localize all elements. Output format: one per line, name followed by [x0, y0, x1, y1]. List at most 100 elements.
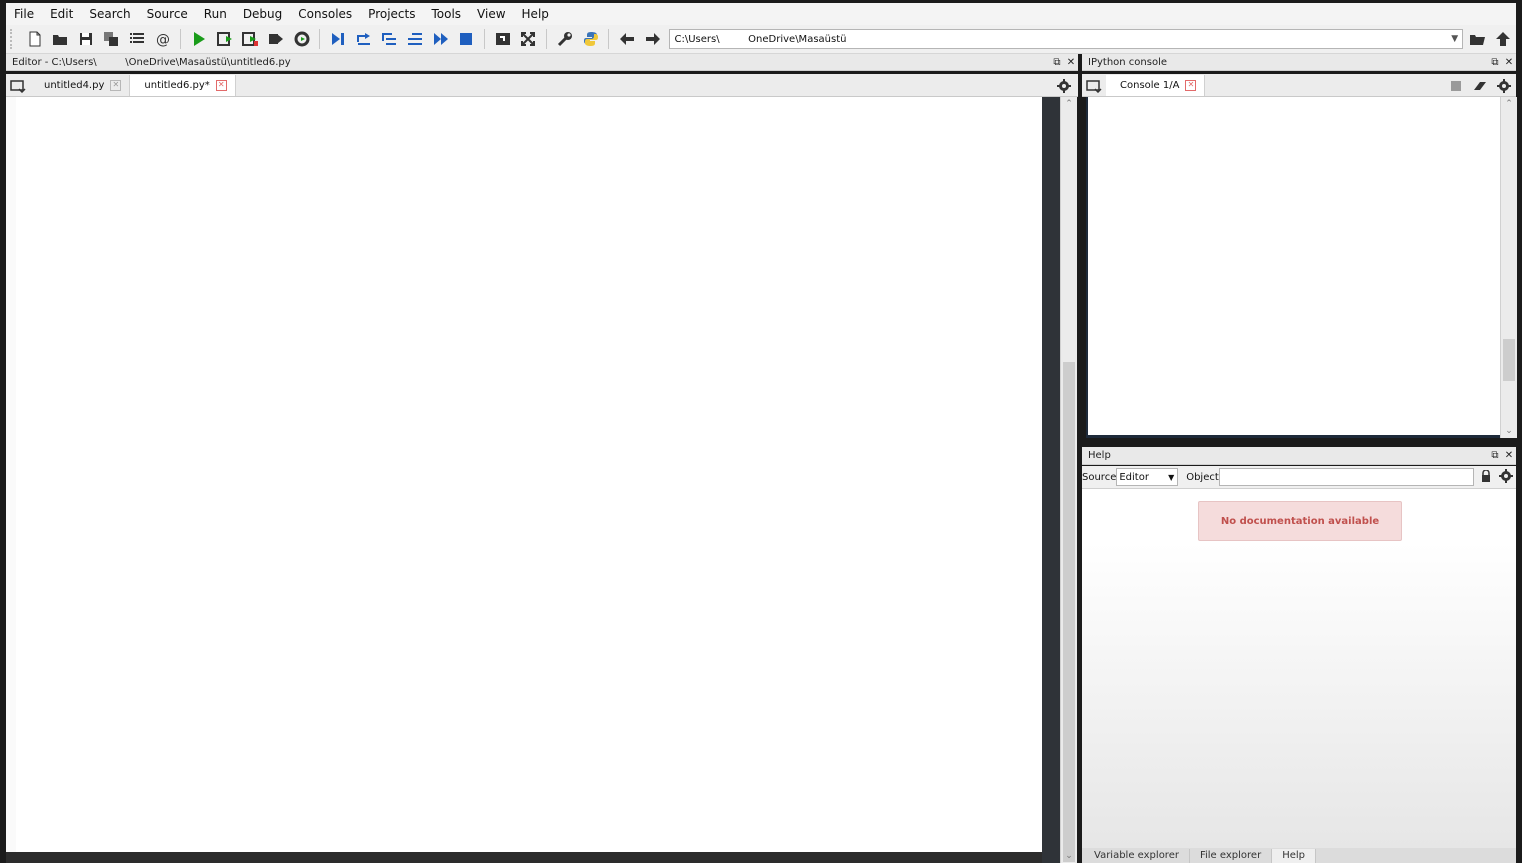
- menu-search[interactable]: Search: [81, 7, 138, 21]
- close-tab-icon[interactable]: ✕: [215, 80, 227, 91]
- rerun-icon[interactable]: [291, 28, 313, 50]
- console-options-gear-icon[interactable]: [1492, 75, 1516, 96]
- scrollbar-thumb[interactable]: [1503, 339, 1515, 381]
- scroll-down-icon[interactable]: ⌄: [1061, 849, 1077, 863]
- tab-variable-explorer[interactable]: Variable explorer: [1084, 849, 1190, 863]
- editor-title: Editor - C:\Users\ \OneDrive\Masaüstü\un…: [12, 56, 291, 68]
- run-icon[interactable]: [188, 28, 210, 50]
- object-input[interactable]: [1218, 468, 1475, 486]
- source-select[interactable]: Editor ▼: [1116, 468, 1179, 486]
- browse-directory-icon[interactable]: [1467, 28, 1489, 50]
- new-file-icon[interactable]: [24, 28, 46, 50]
- stop-debug-icon[interactable]: [455, 28, 477, 50]
- toolbar-separator: [608, 29, 610, 49]
- editor-tab-bar: untitled4.py ✕ untitled6.py* ✕: [6, 74, 1078, 97]
- save-icon[interactable]: [75, 28, 97, 50]
- scrollbar-thumb[interactable]: [1063, 362, 1075, 862]
- editor-pane-title-bar: Editor - C:\Users\ \OneDrive\Masaüstü\un…: [6, 54, 1078, 71]
- help-pane-title-bar: Help ⧉ ✕: [1082, 447, 1516, 465]
- preferences-icon[interactable]: [554, 28, 576, 50]
- chevron-down-icon[interactable]: ▼: [1448, 34, 1462, 44]
- menu-bar: File Edit Search Source Run Debug Consol…: [6, 3, 1516, 25]
- tab-file-explorer[interactable]: File explorer: [1190, 849, 1273, 863]
- menu-view[interactable]: View: [469, 7, 513, 21]
- run-selection-icon[interactable]: [265, 28, 287, 50]
- close-tab-icon[interactable]: ✕: [110, 80, 122, 91]
- undock-icon[interactable]: ⧉: [1488, 57, 1502, 68]
- scroll-up-icon[interactable]: ⌃: [1061, 97, 1077, 111]
- tab-untitled4[interactable]: untitled4.py ✕: [30, 75, 131, 96]
- browse-tabs-icon[interactable]: [1082, 75, 1106, 96]
- menu-projects[interactable]: Projects: [360, 7, 423, 21]
- scroll-down-icon[interactable]: ⌄: [1501, 424, 1517, 438]
- editor-options-gear-icon[interactable]: [1052, 75, 1076, 96]
- step-into-icon[interactable]: [379, 28, 401, 50]
- python-path-icon[interactable]: [580, 28, 602, 50]
- help-title: Help: [1088, 450, 1111, 461]
- no-documentation-message: No documentation available: [1198, 501, 1402, 541]
- clear-console-eraser-icon[interactable]: [1468, 75, 1492, 96]
- close-icon[interactable]: ✕: [1502, 57, 1516, 68]
- help-content-area: [1082, 488, 1516, 849]
- tab-label: untitled4.py: [44, 80, 105, 91]
- browse-tabs-icon[interactable]: [6, 75, 30, 96]
- toolbar-grip[interactable]: [10, 29, 18, 49]
- close-tab-icon[interactable]: ✕: [1185, 80, 1197, 91]
- editor-margin: [6, 97, 16, 863]
- menu-run[interactable]: Run: [196, 7, 235, 21]
- console-tab-bar: Console 1/A ✕: [1082, 74, 1516, 97]
- toolbar-separator: [546, 29, 548, 49]
- working-directory-combobox[interactable]: C:\Users\ OneDrive\Masaüstü ▼: [669, 29, 1463, 49]
- source-label: Source: [1082, 471, 1117, 483]
- toolbar-separator: [319, 29, 321, 49]
- outline-icon[interactable]: [126, 28, 148, 50]
- console-pane-title-bar: IPython console ⧉ ✕: [1082, 54, 1516, 71]
- undock-icon[interactable]: ⧉: [1050, 57, 1064, 68]
- object-label: Object: [1186, 471, 1219, 483]
- run-cell-advance-icon[interactable]: [240, 28, 262, 50]
- editor-scrollbar[interactable]: ⌃ ⌄: [1060, 97, 1077, 863]
- console-scrollbar[interactable]: ⌃ ⌄: [1500, 97, 1517, 438]
- continue-icon[interactable]: [430, 28, 452, 50]
- menu-help[interactable]: Help: [514, 7, 557, 21]
- save-all-icon[interactable]: [101, 28, 123, 50]
- undock-icon[interactable]: ⧉: [1488, 450, 1502, 461]
- help-options-gear-icon[interactable]: [1496, 468, 1516, 486]
- step-return-icon[interactable]: [404, 28, 426, 50]
- tab-help[interactable]: Help: [1272, 849, 1316, 863]
- debug-icon[interactable]: [327, 28, 349, 50]
- maximize-pane-icon[interactable]: [492, 28, 514, 50]
- close-icon[interactable]: ✕: [1502, 450, 1516, 461]
- interrupt-kernel-icon[interactable]: [1444, 75, 1468, 96]
- parent-directory-icon[interactable]: [1492, 28, 1514, 50]
- editor-bottom-edge: [6, 852, 1046, 863]
- svg-text:@: @: [156, 32, 170, 48]
- help-toolbar: Source Editor ▼ Object: [1082, 466, 1516, 488]
- tab-console-1a[interactable]: Console 1/A ✕: [1106, 75, 1206, 96]
- console-output-area[interactable]: [1086, 97, 1502, 438]
- fullscreen-icon[interactable]: [518, 28, 540, 50]
- tab-untitled6[interactable]: untitled6.py* ✕: [130, 75, 236, 96]
- close-icon[interactable]: ✕: [1064, 57, 1078, 68]
- editor-area[interactable]: [16, 97, 1042, 852]
- menu-debug[interactable]: Debug: [235, 7, 290, 21]
- run-cell-icon[interactable]: [214, 28, 236, 50]
- menu-edit[interactable]: Edit: [42, 7, 81, 21]
- bottom-tab-bar: Variable explorer File explorer Help: [1082, 848, 1516, 863]
- back-icon[interactable]: [616, 28, 638, 50]
- menu-file[interactable]: File: [6, 7, 42, 21]
- main-toolbar: @ C:\Users\ OneDrive\Masaüstü ▼: [6, 25, 1516, 54]
- forward-icon[interactable]: [642, 28, 664, 50]
- toolbar-separator: [483, 29, 485, 49]
- chevron-down-icon[interactable]: ▼: [1165, 473, 1177, 482]
- step-icon[interactable]: [353, 28, 375, 50]
- menu-consoles[interactable]: Consoles: [290, 7, 360, 21]
- scroll-up-icon[interactable]: ⌃: [1501, 97, 1517, 111]
- working-directory-value: C:\Users\ OneDrive\Masaüstü: [674, 33, 847, 45]
- menu-tools[interactable]: Tools: [423, 7, 469, 21]
- menu-source[interactable]: Source: [139, 7, 196, 21]
- open-file-icon[interactable]: [49, 28, 71, 50]
- at-icon[interactable]: @: [152, 28, 174, 50]
- lock-icon[interactable]: [1476, 468, 1496, 485]
- editor-code-analysis-strip: [1042, 97, 1060, 863]
